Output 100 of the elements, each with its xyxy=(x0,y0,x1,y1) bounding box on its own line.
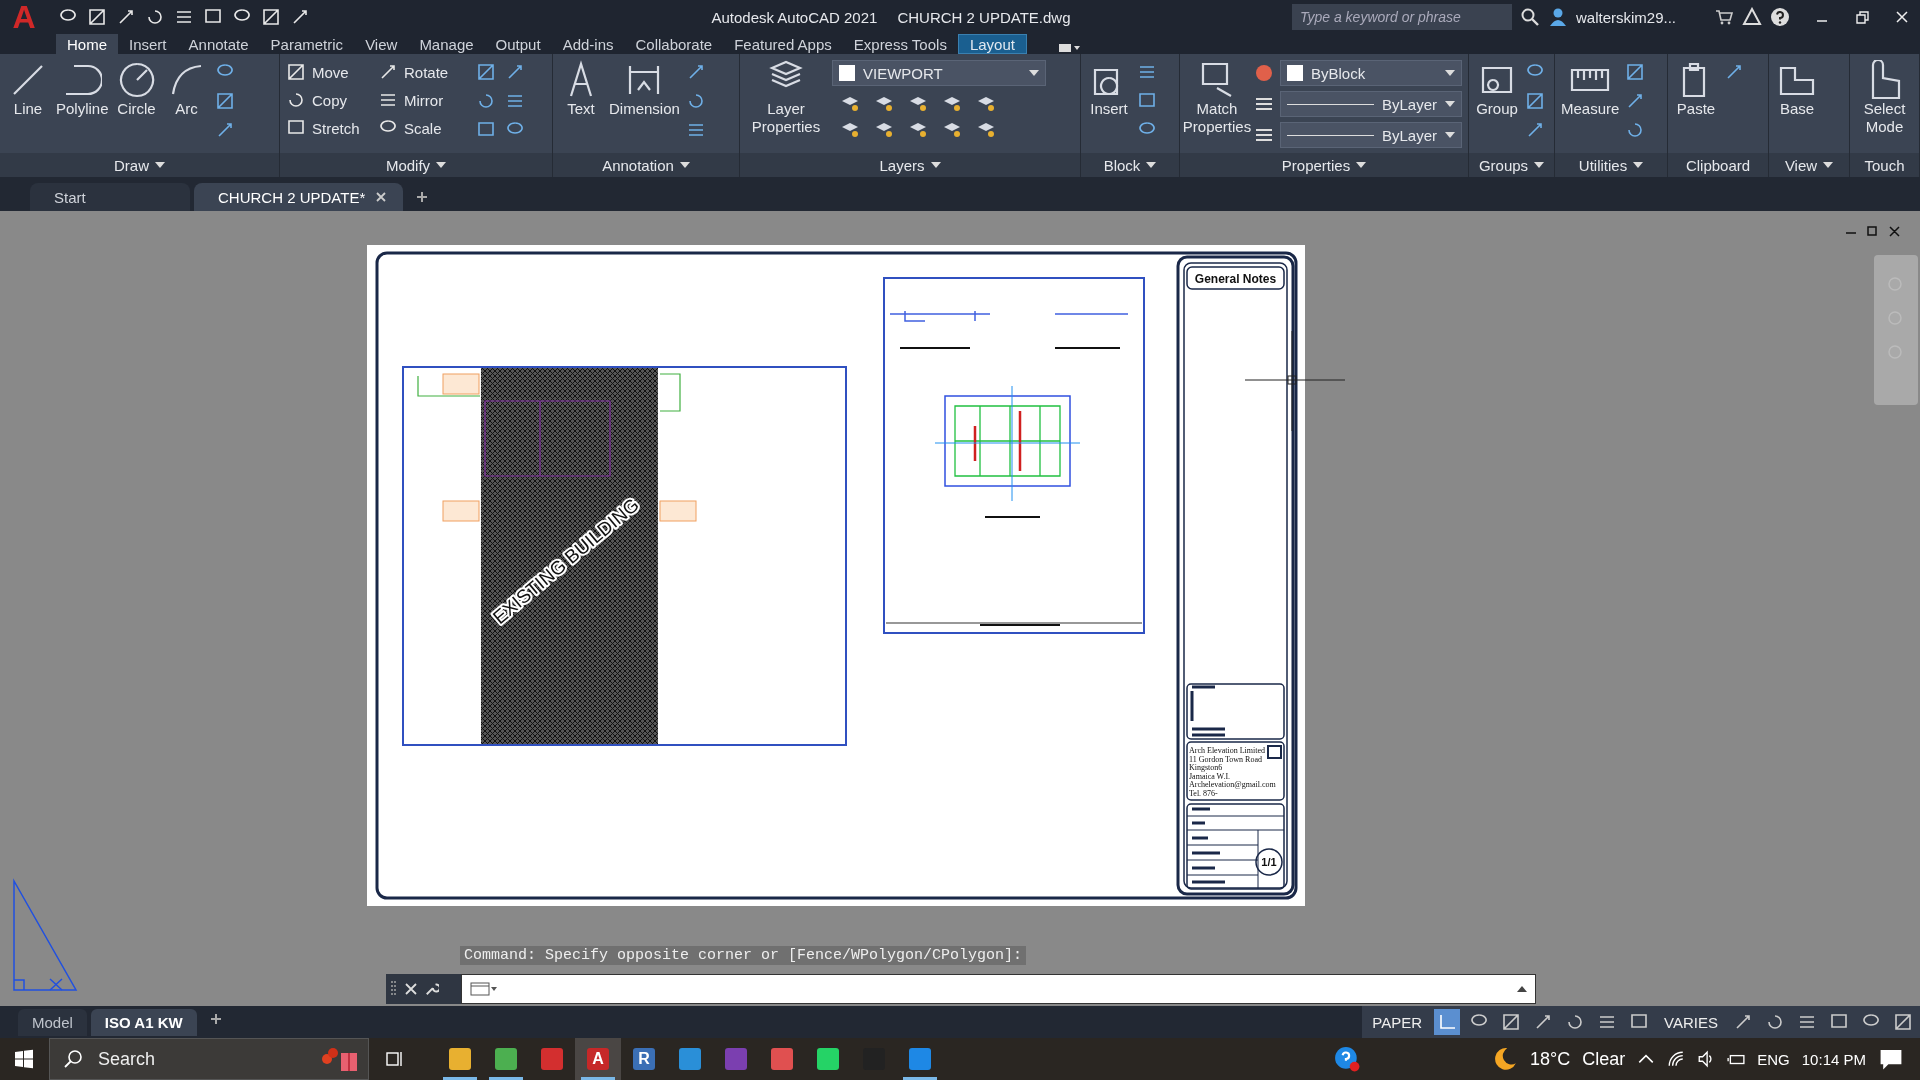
caret-icon xyxy=(155,162,165,168)
ribbon-tool[interactable]: Move xyxy=(286,62,378,82)
panel-title[interactable]: View xyxy=(1769,153,1849,177)
ribbon-tool[interactable]: Arc xyxy=(164,60,209,118)
company-text: Kingston6 xyxy=(1189,763,1223,772)
panel-title[interactable]: Touch xyxy=(1850,153,1919,177)
ribbon-tool[interactable]: Circle xyxy=(114,60,159,118)
dropdown[interactable]: ByLayer xyxy=(1280,91,1462,117)
ribbon-tool[interactable]: Copy xyxy=(286,90,378,110)
close-icon[interactable] xyxy=(1894,9,1910,25)
ribbon-tool[interactable]: Line xyxy=(6,60,50,118)
panel-title[interactable]: Block xyxy=(1081,153,1179,177)
windows-start-icon[interactable] xyxy=(14,1049,34,1069)
ribbon-tool[interactable]: Dimension xyxy=(609,60,680,118)
tool-label: Layer Properties xyxy=(750,100,822,136)
triangle-icon[interactable] xyxy=(1742,7,1762,27)
ribbon-tab[interactable]: Featured Apps xyxy=(723,34,843,54)
panel-title[interactable]: Annotation xyxy=(553,153,739,177)
viewport-controls[interactable] xyxy=(1845,226,1900,237)
toolbar-icon[interactable] xyxy=(145,7,165,27)
close-icon[interactable] xyxy=(375,191,388,203)
help-icon[interactable] xyxy=(1770,7,1790,27)
tool-icon[interactable] xyxy=(476,62,496,82)
ribbon-tool[interactable]: Layer Properties xyxy=(746,60,826,136)
tool-icon[interactable] xyxy=(476,91,496,111)
taskbar-app[interactable]: R xyxy=(621,1038,667,1080)
ribbon-tab[interactable]: Annotate xyxy=(177,34,260,54)
dropdown[interactable]: ByLayer xyxy=(1280,122,1462,148)
toolbar-icon[interactable] xyxy=(261,7,281,27)
panel-title[interactable]: Modify xyxy=(280,153,552,177)
tool-label: Line xyxy=(13,100,43,118)
ribbon-tab[interactable]: View xyxy=(354,34,409,54)
ribbon-tool[interactable]: Measure xyxy=(1561,60,1620,118)
ribbon-tab[interactable]: Insert xyxy=(118,34,178,54)
sheet-tab[interactable]: ISO A1 KW xyxy=(90,1008,197,1036)
tool-label: Scale xyxy=(404,119,442,137)
ribbon-tab[interactable]: Home xyxy=(56,34,118,54)
close-icon[interactable] xyxy=(404,982,418,996)
tool-label: Match Properties xyxy=(1182,100,1252,136)
dropdown[interactable]: VIEWPORT xyxy=(832,60,1046,86)
dropdown[interactable]: ByBlock xyxy=(1280,60,1462,86)
ribbon-tool[interactable]: Polyline xyxy=(56,60,109,118)
ribbon-tool[interactable]: Mirror xyxy=(378,90,470,110)
ribbon-tool[interactable]: Base xyxy=(1775,60,1819,118)
task-view-icon[interactable] xyxy=(385,1049,405,1069)
ribbon-tab[interactable]: Parametric xyxy=(259,34,355,54)
user-name[interactable]: walterskim29... xyxy=(1575,8,1676,26)
ribbon-tool[interactable]: Text xyxy=(559,60,603,118)
sheet-tab[interactable]: Model xyxy=(18,1008,87,1036)
taskbar-app[interactable]: A xyxy=(575,1038,621,1080)
search-input[interactable]: Search xyxy=(49,1038,369,1080)
panel-title[interactable]: Draw xyxy=(0,153,279,177)
ribbon-tool[interactable]: Paste xyxy=(1674,60,1718,118)
panel-title[interactable]: Layers xyxy=(740,153,1080,177)
ribbon-tab[interactable]: Layout xyxy=(957,34,1027,54)
ribbon-tab[interactable]: Add-ins xyxy=(551,34,625,54)
ribbon-tab[interactable]: Manage xyxy=(408,34,485,54)
tool-icon[interactable] xyxy=(214,91,235,111)
ribbon-tool[interactable]: Rotate xyxy=(378,62,470,82)
panel-toggle-icon[interactable] xyxy=(1056,42,1081,54)
tool-icon[interactable] xyxy=(1525,91,1545,111)
panel-title[interactable]: Properties xyxy=(1180,153,1468,177)
document-tab[interactable]: CHURCH 2 UPDATE* xyxy=(194,183,404,211)
company-text: Archelevation@gmail.com xyxy=(1189,780,1276,789)
wrench-icon[interactable] xyxy=(425,982,439,996)
grid-icon[interactable] xyxy=(1434,1009,1461,1035)
document-tab[interactable]: Start xyxy=(30,183,190,211)
ribbon-tab[interactable]: Output xyxy=(484,34,552,54)
ribbon-tool[interactable]: Select Mode xyxy=(1856,60,1913,136)
annotation-scale[interactable]: VARIES xyxy=(1658,1012,1724,1032)
ribbon-tool[interactable]: Stretch xyxy=(286,118,378,138)
toolbar-icon[interactable] xyxy=(87,7,107,27)
ribbon-tool[interactable]: Insert xyxy=(1087,60,1131,118)
ribbon-tool[interactable]: Group xyxy=(1475,60,1519,118)
company-text: Arch Elevation Limited xyxy=(1189,746,1265,755)
panel-title[interactable]: Clipboard xyxy=(1668,153,1768,177)
panel-title[interactable]: Utilities xyxy=(1555,153,1667,177)
caret-up-icon[interactable] xyxy=(1517,986,1527,992)
prompt-icon[interactable] xyxy=(470,981,498,997)
tool-icon[interactable] xyxy=(1625,62,1646,82)
new-layout-icon[interactable] xyxy=(208,1011,223,1026)
cart-icon[interactable] xyxy=(1714,7,1734,27)
ribbon-tab[interactable]: Express Tools xyxy=(842,34,958,54)
clock[interactable]: 10:14 PM xyxy=(1801,1050,1866,1068)
language-indicator[interactable]: ENG xyxy=(1757,1050,1790,1068)
moon-icon xyxy=(1492,1046,1519,1072)
ribbon-tab[interactable]: Collaborate xyxy=(624,34,724,54)
help-icon[interactable] xyxy=(1334,1046,1361,1072)
panel-title[interactable]: Groups xyxy=(1469,153,1554,177)
restore-icon[interactable] xyxy=(1854,9,1870,25)
tool-label: Arc xyxy=(175,100,198,118)
ribbon-tool[interactable]: Scale xyxy=(378,118,470,138)
new-tab-icon[interactable] xyxy=(415,190,430,204)
document-tab-label: Start xyxy=(54,188,86,206)
keyword-field[interactable]: Type a keyword or phrase xyxy=(1291,4,1512,30)
command-input[interactable] xyxy=(461,974,1536,1004)
wifi-icon[interactable] xyxy=(1667,1050,1686,1068)
search-icon[interactable] xyxy=(1519,7,1540,27)
file-name: CHURCH 2 UPDATE.dwg xyxy=(897,8,1071,26)
space-toggle[interactable]: PAPER xyxy=(1366,1012,1429,1032)
